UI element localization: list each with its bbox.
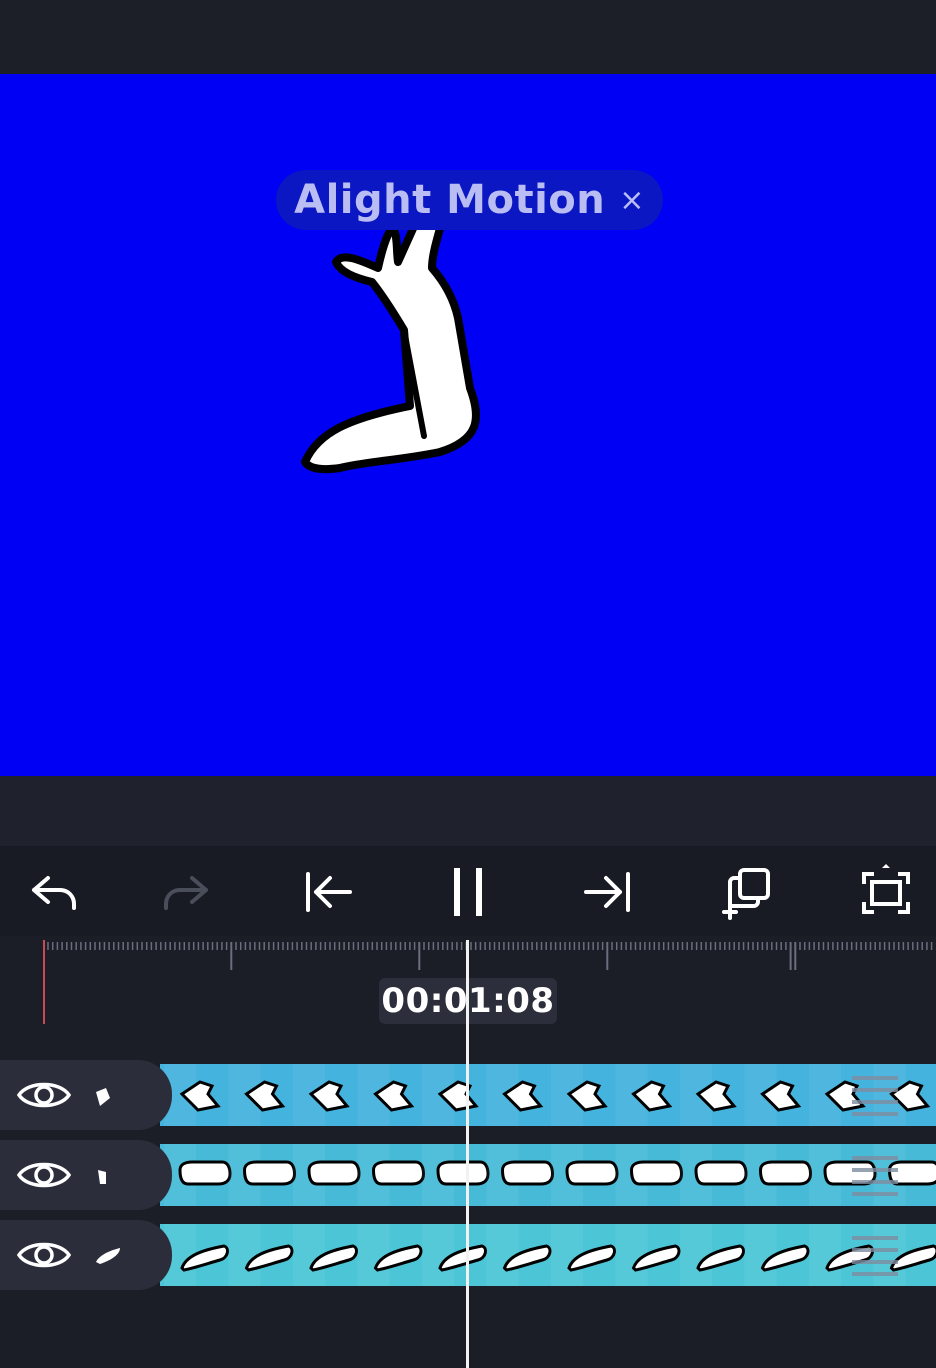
clip-upper-arm[interactable]: [160, 1224, 936, 1286]
hand-shape-icon: [96, 1088, 110, 1106]
clip-frame-thumbnail: [178, 1160, 232, 1186]
jump-to-start-button[interactable]: [298, 864, 358, 920]
undo-button[interactable]: [20, 864, 80, 920]
jump-to-end-button[interactable]: [578, 864, 638, 920]
clip-frame-thumbnail: [694, 1160, 748, 1186]
clip-frame-thumbnail: [500, 1160, 555, 1186]
pause-button[interactable]: [438, 864, 498, 920]
watermark-badge[interactable]: Alight Motion ×: [276, 170, 663, 230]
skip-to-start-icon: [306, 872, 352, 912]
clip-frame-thumbnail: [242, 1160, 297, 1186]
clip-frame-thumbnail: [629, 1160, 684, 1186]
drag-handle-icon[interactable]: [848, 1152, 902, 1198]
eye-icon[interactable]: [16, 1156, 72, 1194]
clip-frame-thumbnail: [307, 1160, 361, 1186]
playhead[interactable]: [466, 940, 469, 1368]
pause-icon: [454, 868, 482, 916]
clip-frame-thumbnail: [371, 1160, 426, 1186]
eye-icon[interactable]: [16, 1236, 72, 1274]
preview-canvas[interactable]: Alight Motion ×: [0, 74, 936, 776]
forearm-shape-icon: [98, 1170, 106, 1184]
playback-toolbar: [0, 846, 936, 936]
redo-icon: [164, 876, 208, 910]
skip-to-end-icon: [584, 872, 630, 912]
close-watermark-icon[interactable]: ×: [619, 183, 645, 218]
start-marker: [43, 940, 45, 1024]
clip-hand[interactable]: [160, 1064, 936, 1126]
fullscreen-icon: [862, 864, 910, 914]
upper-arm-shape-icon: [96, 1248, 120, 1264]
preview-bottom-strip: [0, 776, 936, 846]
add-layer-icon: [722, 868, 770, 920]
drag-handle-icon[interactable]: [848, 1232, 902, 1278]
clip-frame-thumbnail: [758, 1160, 813, 1186]
undo-icon: [32, 876, 76, 910]
add-layer-button[interactable]: [716, 864, 776, 920]
clip-forearm[interactable]: [160, 1144, 936, 1206]
top-bar: [0, 0, 936, 74]
track-header[interactable]: [0, 1220, 172, 1290]
drag-handle-icon[interactable]: [848, 1072, 902, 1118]
redo-button[interactable]: [160, 864, 220, 920]
eye-icon[interactable]: [16, 1076, 72, 1114]
clip-frame-thumbnail: [565, 1160, 619, 1186]
watermark-text: Alight Motion: [294, 177, 606, 223]
track-header[interactable]: [0, 1140, 172, 1210]
clip-frame-thumbnail: [436, 1160, 490, 1186]
fullscreen-button[interactable]: [856, 864, 916, 920]
track-header[interactable]: [0, 1060, 172, 1130]
